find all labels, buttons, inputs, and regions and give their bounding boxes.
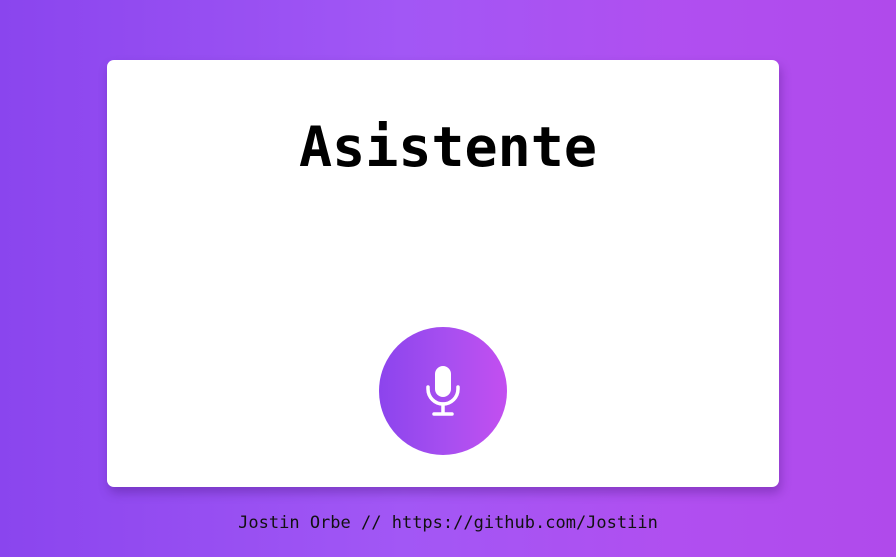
footer-separator: // — [350, 513, 392, 533]
footer-author: Jostin Orbe — [238, 513, 351, 533]
page-title: Asistente — [298, 115, 597, 179]
microphone-icon — [426, 366, 460, 416]
microphone-button[interactable] — [379, 327, 507, 455]
footer-credit: Jostin Orbe // https://github.com/Jostii… — [0, 512, 896, 534]
github-link[interactable]: https://github.com/Jostiin — [392, 513, 658, 533]
